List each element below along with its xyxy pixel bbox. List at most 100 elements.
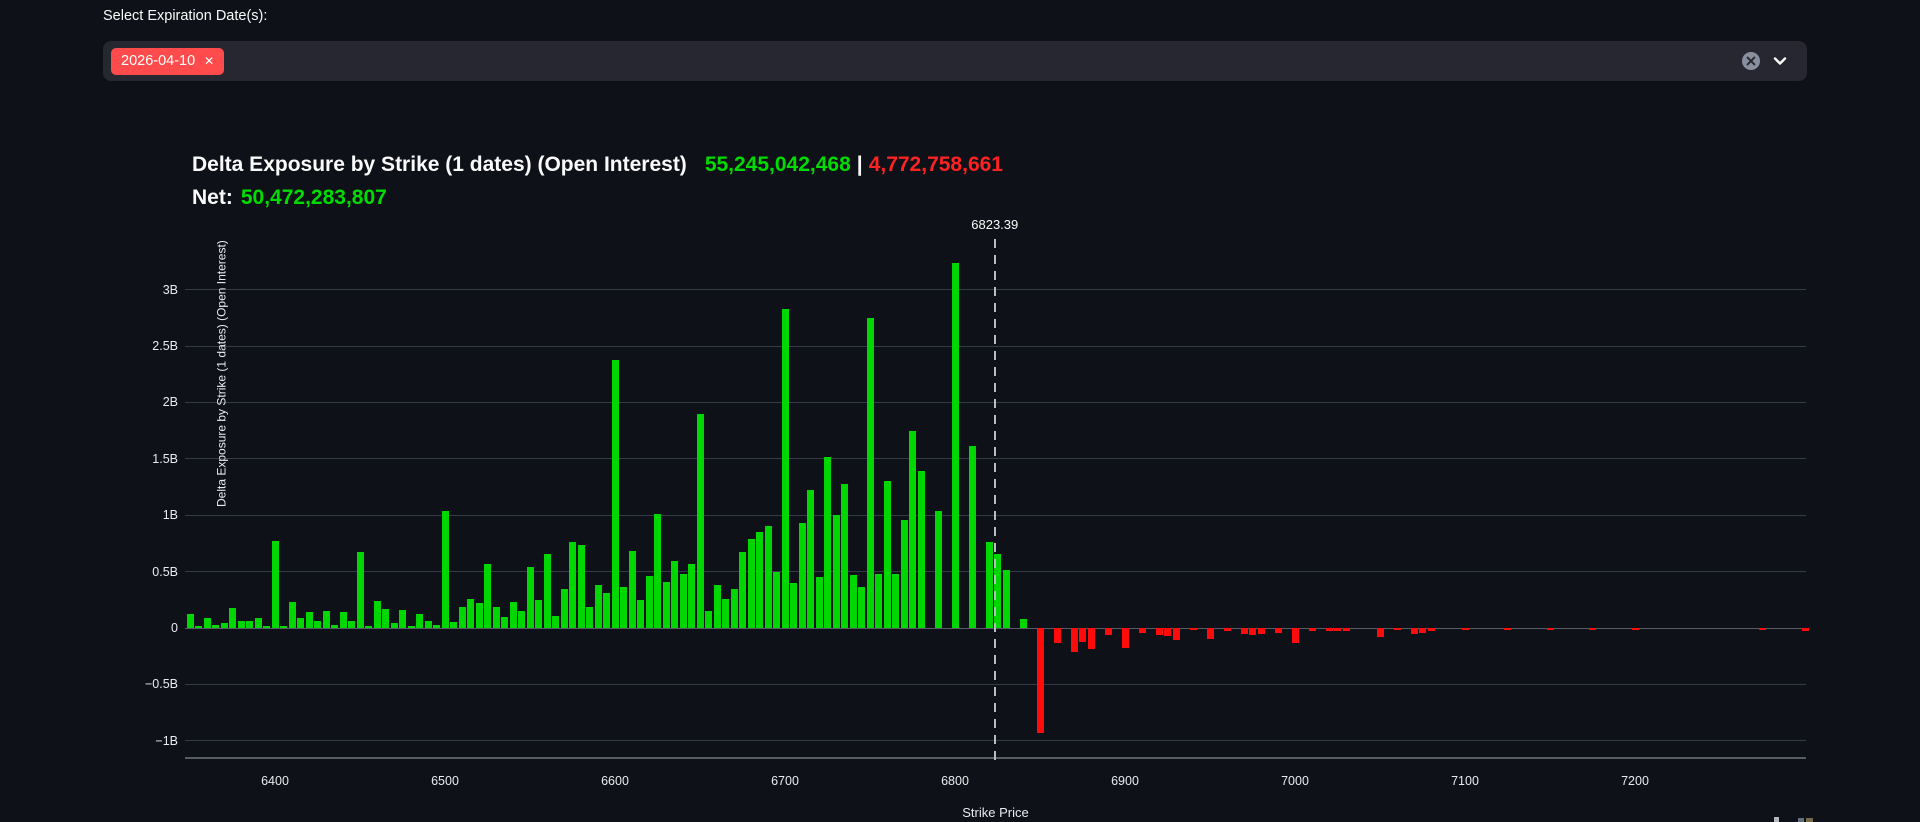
positive-delta-bar <box>314 621 321 628</box>
y-tick-label: 0.5B <box>118 564 178 580</box>
positive-delta-bar <box>748 539 755 628</box>
negative-delta-bar <box>1759 628 1766 630</box>
positive-delta-bar <box>680 574 687 628</box>
positive-delta-bar <box>671 561 678 628</box>
positive-delta-bar <box>620 587 627 628</box>
positive-delta-bar <box>595 585 602 628</box>
positive-delta-bar <box>229 608 236 628</box>
positive-delta-bar <box>901 520 908 628</box>
app-root: Select Expiration Date(s): 2026-04-10 ✕ … <box>0 0 1920 822</box>
y-tick-label: −1B <box>118 733 178 749</box>
negative-delta-bar <box>1241 628 1248 634</box>
positive-delta-bar <box>969 446 976 628</box>
positive-delta-bar <box>212 625 219 628</box>
positive-delta-bar <box>544 554 551 628</box>
positive-delta-bar <box>782 309 789 628</box>
negative-delta-bar <box>1122 628 1129 648</box>
positive-delta-bar <box>790 583 797 628</box>
negative-delta-bar <box>1411 628 1418 634</box>
clipped-bottom-glyph-1 <box>1774 817 1779 822</box>
positive-delta-bar <box>799 523 806 628</box>
positive-delta-bar <box>663 582 670 628</box>
y-axis-title: Delta Exposure by Strike (1 dates) (Open… <box>214 240 228 507</box>
positive-delta-bar <box>238 621 245 628</box>
positive-delta-bar <box>280 626 287 628</box>
positive-delta-bar <box>612 360 619 628</box>
positive-delta-bar <box>731 589 738 628</box>
positive-delta-bar <box>918 471 925 628</box>
positive-delta-bar <box>255 618 262 628</box>
positive-delta-bar <box>569 542 576 628</box>
positive-delta-bar <box>408 626 415 628</box>
positive-delta-bar <box>603 593 610 628</box>
positive-delta-bar <box>884 481 891 628</box>
positive-delta-bar <box>442 511 449 628</box>
positive-delta-bar <box>331 625 338 628</box>
y-tick-label: 2.5B <box>118 338 178 354</box>
positive-delta-bar <box>382 609 389 628</box>
negative-delta-bar <box>1326 628 1333 631</box>
positive-delta-bar <box>552 616 559 628</box>
y-tick-label: 1.5B <box>118 451 178 467</box>
positive-delta-bar <box>586 607 593 628</box>
y-tick-label: −0.5B <box>118 676 178 692</box>
positive-delta-bar <box>416 614 423 628</box>
positive-delta-bar <box>484 564 491 628</box>
positive-delta-bar <box>986 542 993 628</box>
spot-price-label: 6823.39 <box>955 217 1035 232</box>
positive-delta-bar <box>714 585 721 628</box>
positive-delta-bar <box>246 621 253 628</box>
y-tick-label: 2B <box>118 394 178 410</box>
positive-delta-bar <box>187 614 194 628</box>
positive-delta-bar <box>365 626 372 628</box>
positive-delta-bar <box>450 622 457 628</box>
positive-delta-bar <box>535 600 542 628</box>
negative-delta-bar <box>1394 628 1401 630</box>
negative-delta-bar <box>1547 628 1554 630</box>
negative-delta-bar <box>1173 628 1180 640</box>
positive-delta-bar <box>348 621 355 628</box>
positive-delta-bar <box>306 612 313 628</box>
clipped-bottom-glyph-2 <box>1798 818 1804 822</box>
negative-delta-bar <box>1428 628 1435 631</box>
negative-delta-bar <box>1071 628 1078 652</box>
x-tick-label: 6800 <box>920 774 990 788</box>
negative-delta-bar <box>1334 628 1341 631</box>
negative-delta-bar <box>1292 628 1299 643</box>
positive-delta-bar <box>875 574 882 628</box>
negative-delta-bar <box>1258 628 1265 634</box>
positive-delta-bar <box>952 263 959 628</box>
negative-delta-bar <box>1275 628 1282 633</box>
negative-delta-bar <box>1504 628 1511 630</box>
positive-delta-bar <box>340 612 347 628</box>
negative-delta-bar <box>1224 628 1231 631</box>
negative-delta-bar <box>1419 628 1426 633</box>
negative-delta-bar <box>1139 628 1146 633</box>
plot-area[interactable]: 3B2.5B2B1.5B1B0.5B0−0.5B−1B 640065006600… <box>0 0 1920 822</box>
positive-delta-bar <box>323 611 330 628</box>
negative-delta-bar <box>1589 628 1596 630</box>
positive-delta-bar <box>1020 619 1027 628</box>
positive-delta-bar <box>935 511 942 628</box>
positive-delta-bar <box>263 626 270 628</box>
positive-delta-bar <box>722 599 729 628</box>
positive-delta-bar <box>867 318 874 628</box>
positive-delta-bar <box>289 602 296 628</box>
positive-delta-bar <box>824 457 831 628</box>
x-tick-label: 6600 <box>580 774 650 788</box>
negative-delta-bar <box>1377 628 1384 637</box>
positive-delta-bar <box>654 514 661 628</box>
positive-delta-bar <box>816 577 823 628</box>
x-tick-label: 7100 <box>1430 774 1500 788</box>
positive-delta-bar <box>850 575 857 628</box>
positive-delta-bar <box>204 618 211 628</box>
negative-delta-bar <box>1054 628 1061 643</box>
x-tick-label: 6900 <box>1090 774 1160 788</box>
x-tick-label: 6500 <box>410 774 480 788</box>
positive-delta-bar <box>756 532 763 628</box>
negative-delta-bar <box>1802 628 1809 631</box>
negative-delta-bar <box>1632 628 1639 630</box>
negative-delta-bar <box>1037 628 1044 733</box>
positive-delta-bar <box>646 576 653 628</box>
x-tick-label: 7000 <box>1260 774 1330 788</box>
